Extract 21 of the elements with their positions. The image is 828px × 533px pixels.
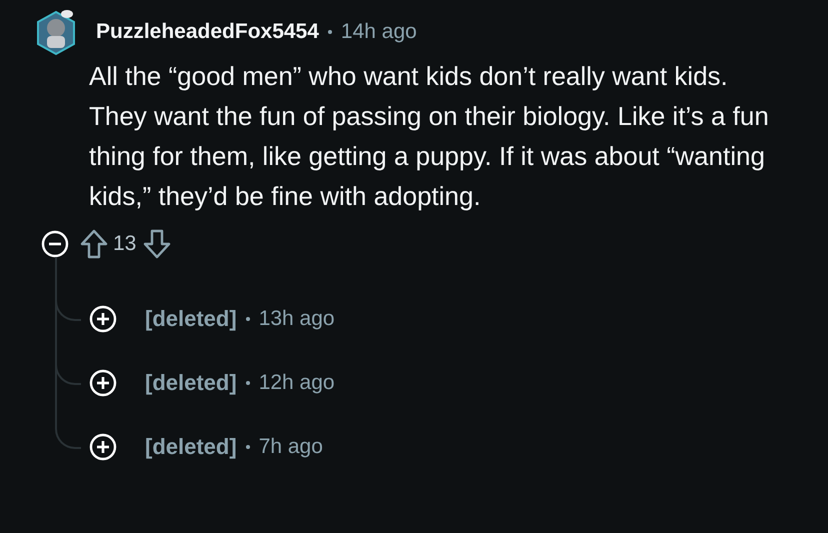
downvote-icon[interactable]	[142, 228, 172, 260]
timestamp: 13h ago	[258, 307, 335, 331]
separator-dot	[246, 317, 250, 321]
expand-icon[interactable]	[89, 433, 117, 461]
separator-dot	[328, 30, 332, 34]
timestamp: 12h ago	[258, 371, 335, 395]
username[interactable]: [deleted]	[145, 370, 237, 396]
timestamp: 14h ago	[340, 20, 417, 44]
collapse-icon[interactable]	[41, 230, 69, 258]
username[interactable]: [deleted]	[145, 434, 237, 460]
expand-icon[interactable]	[89, 369, 117, 397]
comment-text: All the “good men” who want kids don’t really want kids. They want the fun of passing on their biology. Like it’s a fun thing for them, like getting a puppy. If it was about “wanting kids,” they’d be fine with adopting.	[89, 60, 770, 213]
separator-dot	[246, 381, 250, 385]
expand-icon[interactable]	[89, 305, 117, 333]
separator-dot	[246, 445, 250, 449]
avatar-icon[interactable]	[34, 8, 78, 56]
username[interactable]: [deleted]	[145, 306, 237, 332]
vote-count: 13	[113, 232, 136, 256]
username[interactable]: PuzzleheadedFox5454	[96, 20, 319, 44]
upvote-icon[interactable]	[79, 228, 109, 260]
timestamp: 7h ago	[258, 435, 323, 459]
